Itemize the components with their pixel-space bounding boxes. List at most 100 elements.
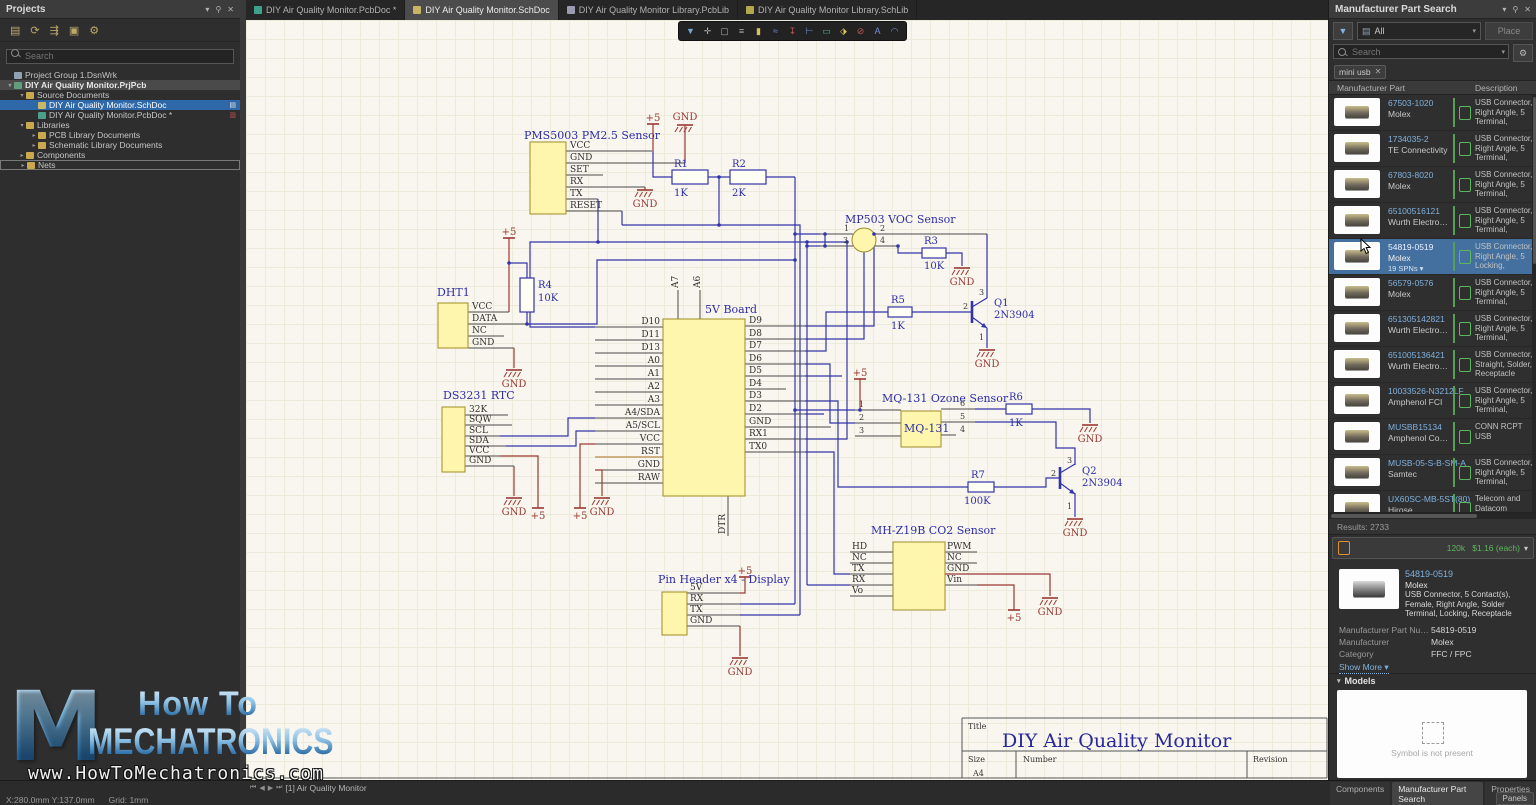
tree-expand-arrow[interactable]: ▸ <box>19 162 27 169</box>
tree-expand-arrow[interactable]: ▸ <box>18 152 26 159</box>
no-erc-icon[interactable]: ⊘ <box>853 24 868 38</box>
projects-search-input[interactable] <box>6 49 234 64</box>
move-icon[interactable]: ✛ <box>700 24 715 38</box>
part-row-10033526-n3212lf[interactable]: 10033526-N3212LFAmphenol FCIUSB Connecto… <box>1329 383 1536 419</box>
part-number-link[interactable]: 56579-0576 <box>1388 278 1433 288</box>
align-icon[interactable]: ≡ <box>734 24 749 38</box>
part-row-67503-1020[interactable]: 67503-1020MolexUSB Connector, Right Angl… <box>1329 95 1536 131</box>
parts-horizontal-scrollbar[interactable] <box>1329 513 1536 519</box>
part-number-link[interactable]: 65100516121 <box>1388 206 1440 216</box>
tree-item-nets[interactable]: ▸Nets <box>0 160 240 170</box>
panels-button[interactable]: Panels <box>1496 792 1534 805</box>
part-row-651305142821[interactable]: 651305142821Wurth ElectronicsUSB Connect… <box>1329 311 1536 347</box>
place-wire-icon[interactable]: ≈ <box>768 24 783 38</box>
text-string-icon[interactable]: A <box>870 24 885 38</box>
explorer-icon[interactable]: ▣ <box>69 24 79 37</box>
part-number-link[interactable]: 651005136421 <box>1388 350 1445 360</box>
panel-close-icon[interactable]: ✕ <box>1524 5 1531 14</box>
part-row-musb-05-s-b-sm-a[interactable]: MUSB-05-S-B-SM-ASamtecUSB Connector, Rig… <box>1329 455 1536 491</box>
document-tab[interactable]: DIY Air Quality Monitor.SchDoc <box>405 0 558 20</box>
collapse-arrow-icon[interactable]: ▾ <box>1337 677 1341 685</box>
tree-expand-arrow[interactable]: ▾ <box>6 82 14 89</box>
parts-list-scrollbar[interactable] <box>1532 95 1536 512</box>
detail-part-number-link[interactable]: 54819-0519 <box>1405 569 1453 579</box>
part-row-54819-0519[interactable]: 54819-0519Molex19 SPNs ▾USB Connector, R… <box>1329 239 1536 275</box>
tree-item-libraries[interactable]: ▾Libraries <box>0 120 240 130</box>
panel-menu-icon[interactable]: ▾ <box>1502 5 1506 14</box>
panel-tab-manufacturer-part-search[interactable]: Manufacturer Part Search <box>1392 782 1483 805</box>
search-settings-gear-icon[interactable]: ⚙ <box>1513 44 1533 62</box>
part-number-link[interactable]: UX60SC-MB-5ST(80) <box>1388 494 1470 504</box>
prev-sheet-icon[interactable]: ◀ <box>259 784 264 792</box>
document-tab[interactable]: DIY Air Quality Monitor Library.PcbLib <box>559 0 738 20</box>
bus-entry-icon[interactable]: ⊢ <box>802 24 817 38</box>
tree-expand-arrow[interactable]: ▾ <box>18 122 26 129</box>
detail-field-value: FFC / FPC <box>1431 649 1472 661</box>
tree-expand-arrow[interactable]: ▸ <box>30 142 38 149</box>
save-all-icon[interactable]: ▤ <box>10 24 20 37</box>
schematic-canvas[interactable]: +5+5+5+5+5+5+5GNDGNDGNDGNDGNDGNDGNDGNDGN… <box>246 20 1328 780</box>
last-sheet-icon[interactable]: ⏭ <box>276 784 282 792</box>
panel-pin-icon[interactable]: ⚲ <box>215 5 221 14</box>
part-row-1734035-2[interactable]: 1734035-2TE ConnectivityUSB Connector, R… <box>1329 131 1536 167</box>
tree-item-schematic-library-documents[interactable]: ▸Schematic Library Documents <box>0 140 240 150</box>
tree-item-diy-air-quality-monitor-prjpcb[interactable]: ▾DIY Air Quality Monitor.PrjPcb <box>0 80 240 90</box>
part-number-link[interactable]: 67503-1020 <box>1388 98 1433 108</box>
refresh-icon[interactable]: ⟳ <box>30 24 39 37</box>
stock-indicator-line <box>1453 278 1455 307</box>
part-number-link[interactable]: 1734035-2 <box>1388 134 1429 144</box>
sheet-symbol-icon[interactable]: ▭ <box>819 24 834 38</box>
part-row-56579-0576[interactable]: 56579-0576MolexUSB Connector, Right Angl… <box>1329 275 1536 311</box>
panel-tab-components[interactable]: Components <box>1330 782 1390 805</box>
part-row-65100516121[interactable]: 65100516121Wurth ElectronicsUSB Connecto… <box>1329 203 1536 239</box>
tree-item-components[interactable]: ▸Components <box>0 150 240 160</box>
filter-icon[interactable]: ▼ <box>683 24 698 38</box>
panel-pin-icon[interactable]: ⚲ <box>1512 5 1518 14</box>
part-thumbnail <box>1334 242 1380 270</box>
part-row-651005136421[interactable]: 651005136421Wurth ElectronicsUSB Connect… <box>1329 347 1536 383</box>
document-tab[interactable]: DIY Air Quality Monitor.PcbDoc * <box>246 0 405 20</box>
ground-hatch <box>961 270 964 275</box>
part-row-67803-8020[interactable]: 67803-8020MolexUSB Connector, Right Angl… <box>1329 167 1536 203</box>
first-sheet-icon[interactable]: ⏮ <box>250 784 256 792</box>
arc-icon[interactable]: ◠ <box>887 24 902 38</box>
search-history-chevron-icon[interactable]: ▾ <box>1501 48 1505 56</box>
tree-item-source-documents[interactable]: ▾Source Documents <box>0 90 240 100</box>
filter-funnel-icon[interactable]: ▼ <box>1333 22 1353 40</box>
tree-item-diy-air-quality-monitor-schdoc[interactable]: DIY Air Quality Monitor.SchDoc▤ <box>0 100 240 110</box>
select-rect-icon[interactable]: ▢ <box>717 24 732 38</box>
compile-icon[interactable]: ⇶ <box>50 24 59 37</box>
next-sheet-icon[interactable]: ▶ <box>268 784 273 792</box>
place-part-icon[interactable]: ▮ <box>751 24 766 38</box>
parts-search-input[interactable] <box>1333 44 1509 59</box>
settings-icon[interactable]: ⚙ <box>89 24 99 37</box>
part-number-link[interactable]: 67803-8020 <box>1388 170 1433 180</box>
document-tab[interactable]: DIY Air Quality Monitor Library.SchLib <box>738 0 917 20</box>
panel-close-icon[interactable]: ✕ <box>227 5 234 14</box>
power-port-icon[interactable]: ↧ <box>785 24 800 38</box>
part-row-musbb15134[interactable]: MUSBB15134Amphenol Commer...CONN RCPT US… <box>1329 419 1536 455</box>
tree-item-pcb-library-documents[interactable]: ▸PCB Library Documents <box>0 130 240 140</box>
search-filter-chip[interactable]: mini usb ✕ <box>1334 65 1386 79</box>
part-number-link[interactable]: MUSBB15134 <box>1388 422 1442 432</box>
tree-expand-arrow[interactable]: ▸ <box>30 132 38 139</box>
sheet-tab-label[interactable]: [1] Air Quality Monitor <box>285 783 366 793</box>
part-spn-dropdown[interactable]: 19 SPNs ▾ <box>1388 264 1423 273</box>
stack-icon: ▤ <box>1362 26 1371 37</box>
ground-net-label: GND <box>633 199 658 210</box>
place-button[interactable]: Place <box>1485 22 1533 40</box>
part-number-link[interactable]: 651305142821 <box>1388 314 1445 324</box>
panel-menu-icon[interactable]: ▾ <box>205 5 209 14</box>
show-more-link[interactable]: Show More ▾ <box>1339 662 1389 674</box>
chip-remove-icon[interactable]: ✕ <box>1375 67 1382 76</box>
net-label-icon[interactable]: ⬗ <box>836 24 851 38</box>
category-dropdown[interactable]: ▤ All ▾ <box>1357 22 1481 40</box>
expand-chevron-icon[interactable]: ▾ <box>1524 544 1528 553</box>
ground-net-label: GND <box>1038 607 1063 618</box>
schematic-text: RAW <box>638 473 661 483</box>
part-row-ux60sc-mb-5st(80)[interactable]: UX60SC-MB-5ST(80)HiroseTelecom and Datac… <box>1329 491 1536 513</box>
tree-expand-arrow[interactable]: ▾ <box>18 92 26 99</box>
tree-item-diy-air-quality-monitor-pcbdoc-[interactable]: DIY Air Quality Monitor.PcbDoc *▥ <box>0 110 240 120</box>
part-number-link[interactable]: 54819-0519 <box>1388 242 1433 252</box>
tree-item-project-group-1-dsnwrk[interactable]: Project Group 1.DsnWrk <box>0 70 240 80</box>
